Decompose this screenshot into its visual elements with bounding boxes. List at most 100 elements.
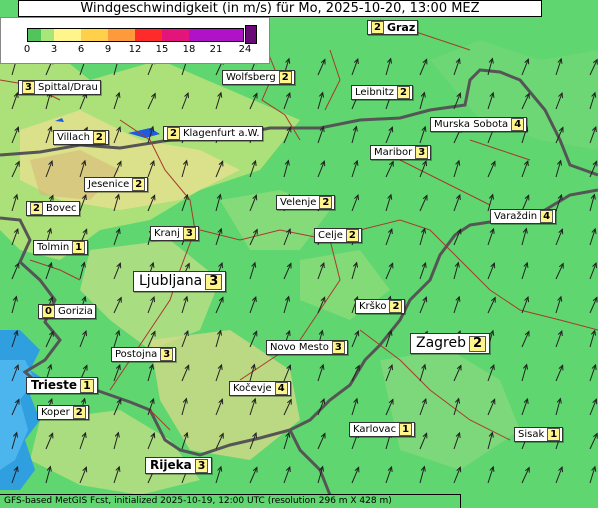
station-name: Jesenice	[88, 179, 130, 190]
station-name: Villach	[57, 132, 90, 143]
wind-arrow	[555, 295, 563, 314]
wind-arrow	[419, 227, 427, 246]
wind-arrow	[521, 159, 529, 178]
wind-arrow	[79, 193, 87, 212]
wind-arrow	[215, 329, 223, 348]
wind-arrow	[45, 432, 54, 450]
wind-arrow	[589, 398, 598, 416]
station-label-velenje[interactable]: Velenje 2	[276, 195, 336, 210]
wind-arrow	[249, 432, 258, 450]
station-wind-value: 2	[72, 406, 86, 419]
wind-arrow	[453, 92, 462, 110]
wind-arrow	[249, 466, 258, 484]
legend-swatch-4	[108, 29, 135, 41]
station-label-kranj[interactable]: Kranj 3	[150, 226, 199, 241]
wind-arrow	[385, 364, 394, 382]
station-label-postojna[interactable]: Postojna 3	[111, 347, 177, 362]
station-label-villach[interactable]: Villach 2	[53, 130, 109, 145]
wind-arrow	[419, 363, 427, 382]
station-wind-value: 2	[132, 178, 146, 191]
wind-arrow	[181, 431, 189, 450]
station-label-karlovac[interactable]: Karlovac 1	[349, 422, 416, 437]
station-label-celje[interactable]: Celje 2	[314, 228, 362, 243]
station-label-novo-mesto[interactable]: Novo Mesto 3	[266, 340, 348, 355]
station-label-ljubljana[interactable]: Ljubljana 3	[133, 271, 227, 292]
station-name: Rijeka	[150, 458, 192, 472]
station-name: Bovec	[45, 203, 77, 214]
station-label-jesenice[interactable]: Jesenice 2	[84, 177, 149, 192]
wind-arrow	[351, 466, 360, 484]
wind-arrow	[215, 465, 223, 484]
wind-arrow	[453, 159, 461, 178]
station-label-murska-sobota[interactable]: Murska Sobota 4	[430, 117, 528, 132]
wind-arrow	[487, 431, 494, 450]
wind-arrow	[589, 58, 598, 76]
wind-arrow	[181, 92, 190, 110]
wind-arrow	[317, 398, 326, 416]
station-wind-value: 1	[547, 428, 561, 441]
station-label-maribor[interactable]: Maribor 3	[370, 145, 432, 160]
station-wind-value: 1	[399, 423, 413, 436]
station-label-rijeka[interactable]: Rijeka 3	[145, 457, 213, 474]
wind-arrow	[147, 159, 155, 178]
wind-arrow	[113, 193, 121, 212]
station-label-tolmin[interactable]: Tolmin 1	[33, 240, 89, 255]
wind-arrow	[317, 296, 326, 314]
wind-arrow	[487, 227, 495, 246]
legend-end-swatch	[245, 25, 257, 44]
wind-arrow	[11, 364, 20, 382]
wind-arrow	[419, 296, 428, 314]
station-label-gorizia[interactable]: Gorizia 0	[38, 304, 96, 319]
station-label-trieste[interactable]: Trieste 1	[26, 377, 98, 394]
station-name: Karlovac	[353, 424, 397, 435]
wind-arrow	[11, 465, 19, 484]
station-label-krsko[interactable]: Krško 2	[355, 299, 406, 314]
legend-tick: 12	[128, 44, 142, 55]
station-name: Klagenfurt a.W.	[182, 128, 260, 139]
wind-arrow	[283, 126, 292, 144]
wind-arrow	[453, 193, 461, 212]
wind-arrow	[487, 465, 495, 484]
station-wind-value: 4	[511, 118, 525, 131]
legend-swatch-7	[189, 29, 216, 41]
station-wind-value: 3	[415, 146, 429, 159]
station-label-zagreb[interactable]: Zagreb 2	[410, 333, 491, 354]
wind-arrow	[453, 261, 460, 280]
station-label-wolfsberg[interactable]: Wolfsberg 2	[222, 70, 295, 85]
station-label-koper[interactable]: Koper 2	[37, 405, 89, 420]
wind-arrow	[351, 397, 359, 416]
station-name: Kranj	[154, 228, 180, 239]
wind-arrow	[555, 466, 564, 484]
wind-arrow	[317, 465, 325, 484]
station-label-sisak[interactable]: Sisak 1	[514, 427, 564, 442]
wind-arrow	[589, 227, 597, 246]
wind-arrow	[11, 227, 19, 246]
wind-arrow	[317, 91, 325, 110]
wind-arrow	[113, 262, 122, 280]
wind-arrow	[521, 58, 530, 76]
wind-arrow	[249, 194, 258, 212]
station-label-klagenfurt[interactable]: Klagenfurt a.W. 2	[163, 126, 263, 141]
legend-tick: 0	[23, 44, 31, 55]
legend-tick: 21	[209, 44, 223, 55]
station-wind-value: 2	[92, 131, 106, 144]
wind-arrow	[589, 91, 597, 110]
station-wind-value: 2	[167, 127, 180, 140]
wind-arrow	[283, 228, 292, 246]
station-label-graz[interactable]: Graz 2	[367, 20, 419, 35]
station-name: Celje	[318, 230, 343, 241]
wind-arrow	[11, 398, 20, 416]
wind-arrow	[249, 397, 257, 416]
station-label-bovec[interactable]: Bovec 2	[26, 201, 80, 216]
station-label-varazdin[interactable]: Varaždin 4	[490, 209, 557, 224]
station-wind-value: 3	[205, 273, 223, 290]
wind-arrow	[555, 397, 562, 416]
wind-arrow	[215, 363, 223, 382]
wind-arrow	[11, 295, 18, 314]
station-label-kocevje[interactable]: Kočevje 4	[229, 381, 291, 396]
wind-arrow	[419, 194, 428, 212]
station-name: Varaždin	[494, 211, 538, 222]
station-label-spittal-drau[interactable]: Spittal/Drau 3	[18, 80, 101, 95]
wind-arrow	[521, 330, 530, 348]
station-label-leibnitz[interactable]: Leibnitz 2	[351, 85, 413, 100]
